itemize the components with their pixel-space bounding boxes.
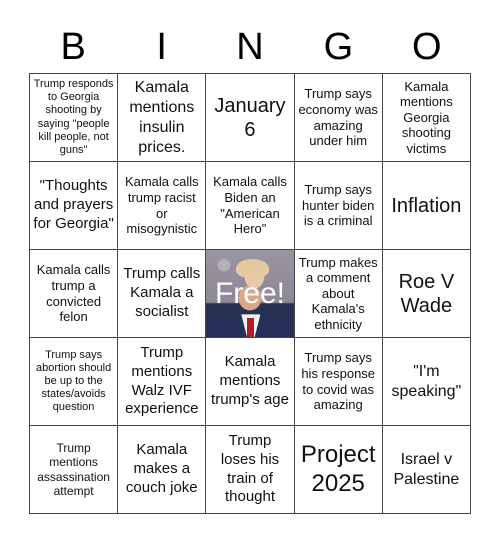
- cell-text: Kamala mentions trump's age: [211, 353, 289, 408]
- cell-text: Inflation: [391, 194, 462, 217]
- bingo-cell[interactable]: Kamala mentions insulin prices.: [118, 74, 207, 162]
- bingo-cell[interactable]: Trump says his response to covid was ama…: [294, 338, 383, 426]
- header-letter-g: G: [323, 26, 354, 68]
- cell-text: Trump responds to Georgia shooting by sa…: [33, 77, 114, 156]
- bingo-board: Trump responds to Georgia shooting by sa…: [29, 73, 471, 514]
- cell-text: Trump loses his train of thought: [220, 432, 280, 506]
- bingo-cell[interactable]: "I'm speaking": [382, 338, 471, 426]
- cell-text: Project 2025: [300, 440, 376, 497]
- bingo-cell[interactable]: Trump says economy was amazing under him: [294, 74, 383, 162]
- cell-text: Trump calls Kamala a socialist: [123, 265, 201, 320]
- cell-text: "Thoughts and prayers for Georgia": [33, 177, 114, 232]
- bingo-cell[interactable]: Trump mentions Walz IVF experience: [118, 338, 207, 426]
- bingo-cell[interactable]: January 6: [206, 74, 295, 162]
- header-letter-o: O: [412, 26, 442, 68]
- portrait-tie: [247, 317, 255, 337]
- cell-text: Kamala mentions Georgia shooting victims: [400, 78, 453, 156]
- cell-text: Roe V Wade: [398, 270, 455, 317]
- bingo-cell[interactable]: Kamala mentions Georgia shooting victims: [382, 74, 471, 162]
- bingo-header: B I N G O: [29, 22, 471, 73]
- bingo-cell[interactable]: Trump responds to Georgia shooting by sa…: [30, 74, 119, 162]
- bingo-cell[interactable]: Trump loses his train of thought: [206, 426, 295, 514]
- portrait-hair: [236, 258, 270, 278]
- free-label: Free!: [214, 276, 285, 310]
- bingo-cell[interactable]: Kamala mentions trump's age: [206, 338, 295, 426]
- seal-icon: [216, 257, 231, 272]
- bingo-cell[interactable]: Kamala makes a couch joke: [118, 426, 207, 514]
- bingo-cell[interactable]: Roe V Wade: [382, 250, 471, 338]
- bingo-cell[interactable]: Kamala calls trump racist or misogynisti…: [118, 162, 207, 250]
- bingo-cell[interactable]: Trump says abortion should be up to the …: [30, 338, 119, 426]
- cell-text: Trump says abortion should be up to the …: [35, 348, 112, 414]
- bingo-cell[interactable]: Inflation: [382, 162, 471, 250]
- bingo-cell[interactable]: Project 2025: [294, 426, 383, 514]
- header-letter-i: I: [156, 26, 167, 68]
- bingo-cell[interactable]: Kamala calls Biden an "American Hero": [206, 162, 295, 250]
- cell-text: Trump says hunter biden is a criminal: [302, 182, 375, 229]
- bingo-cell[interactable]: Trump makes a comment about Kamala's eth…: [294, 250, 383, 338]
- cell-text: Trump says his response to covid was ama…: [301, 350, 376, 413]
- bingo-cell[interactable]: Trump mentions assassination attempt: [30, 426, 119, 514]
- cell-text: Kamala calls trump a convicted felon: [36, 262, 111, 325]
- cell-text: Kamala mentions insulin prices.: [129, 78, 195, 156]
- cell-text: Trump makes a comment about Kamala's eth…: [298, 254, 378, 332]
- cell-text: Israel v Palestine: [393, 450, 460, 488]
- cell-text: Kamala calls Biden an "American Hero": [213, 174, 287, 237]
- header-letter-b: B: [60, 26, 86, 68]
- cell-text: Trump mentions Walz IVF experience: [125, 344, 199, 418]
- cell-text: Trump says economy was amazing under him: [298, 86, 378, 149]
- bingo-cell[interactable]: "Thoughts and prayers for Georgia": [30, 162, 119, 250]
- bingo-cell[interactable]: Trump says hunter biden is a criminal: [294, 162, 383, 250]
- cell-text: "I'm speaking": [391, 362, 462, 400]
- cell-text: Trump mentions assassination attempt: [37, 440, 110, 498]
- free-space-cell[interactable]: Free!: [206, 250, 295, 338]
- cell-text: Kamala calls trump racist or misogynisti…: [124, 174, 199, 237]
- bingo-cell[interactable]: Kamala calls trump a convicted felon: [30, 250, 119, 338]
- header-letter-n: N: [236, 26, 264, 68]
- cell-text: Kamala makes a couch joke: [125, 441, 198, 496]
- cell-text: January 6: [214, 94, 286, 141]
- bingo-cell[interactable]: Trump calls Kamala a socialist: [118, 250, 207, 338]
- bingo-cell[interactable]: Israel v Palestine: [382, 426, 471, 514]
